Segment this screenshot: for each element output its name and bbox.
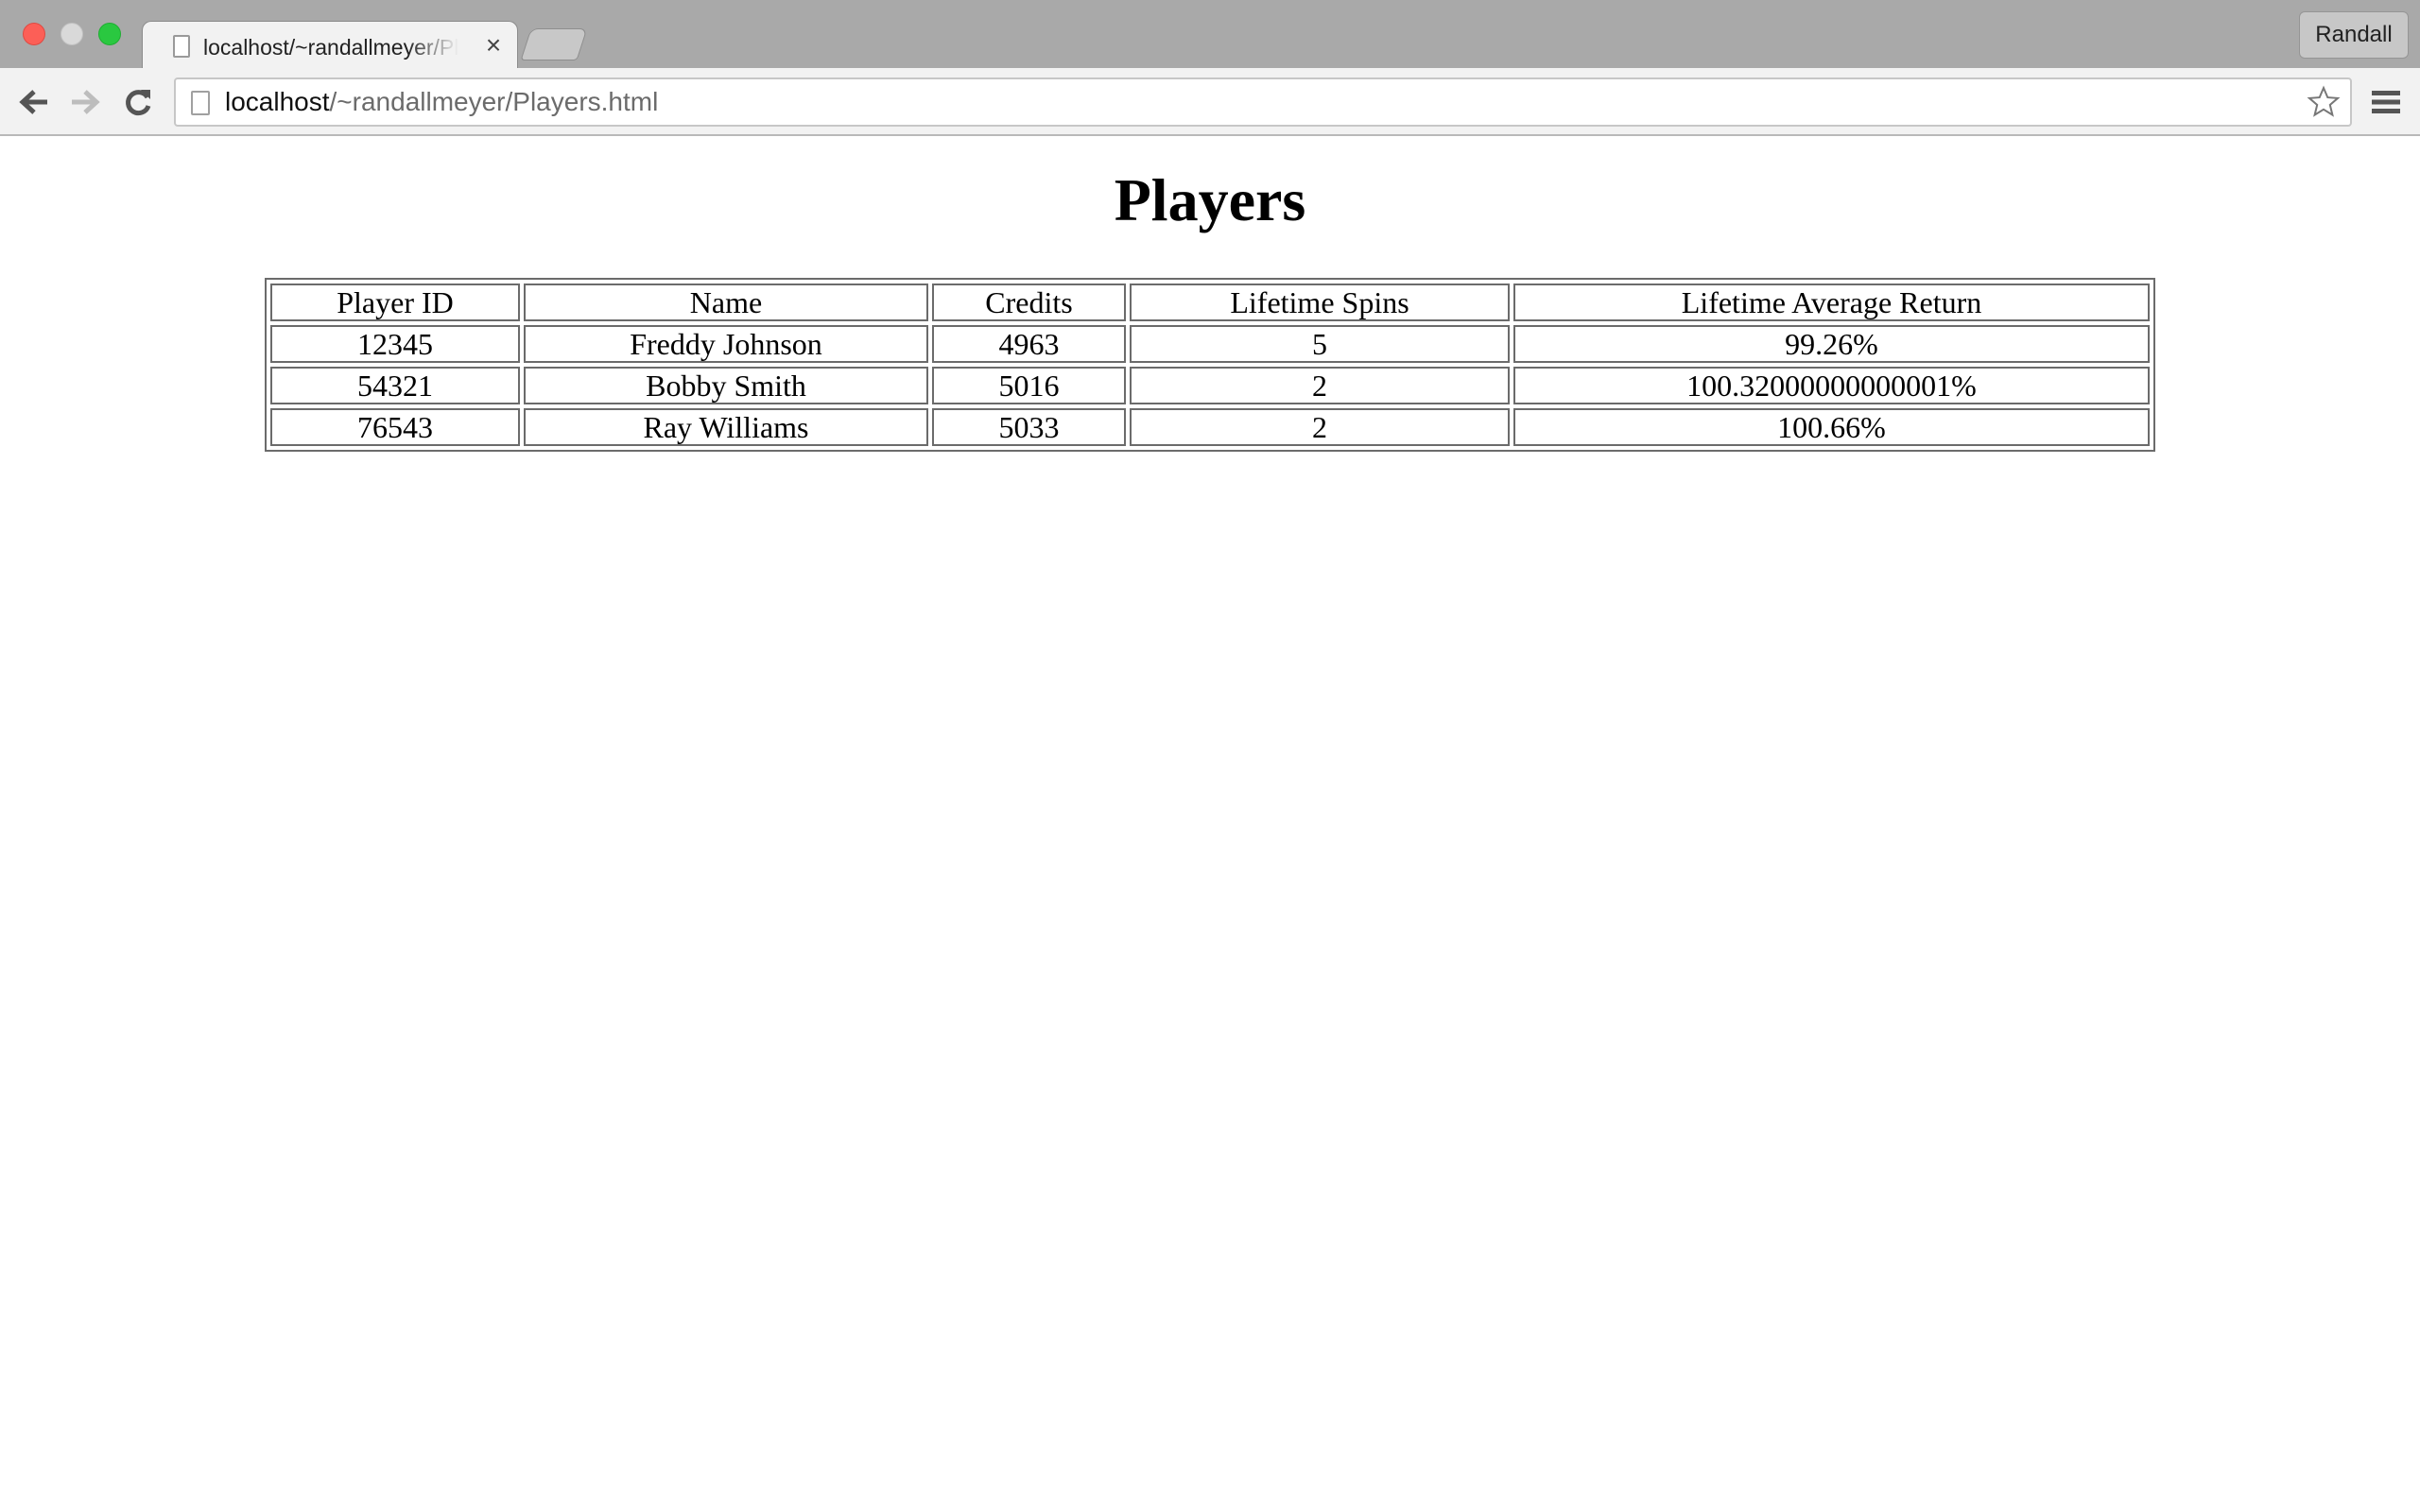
cell-name: Bobby Smith	[524, 367, 928, 404]
column-header-credits: Credits	[932, 284, 1126, 321]
cell-credits: 4963	[932, 325, 1126, 363]
cell-lifetime-spins: 2	[1130, 408, 1510, 446]
forward-button[interactable]	[64, 81, 106, 123]
window-maximize-button[interactable]	[98, 23, 121, 45]
browser-tab-active[interactable]: localhost/~randallmeyer/Players.html ×	[142, 21, 518, 70]
forward-arrow-icon	[72, 90, 100, 114]
tab-title: localhost/~randallmeyer/Players.html	[203, 35, 458, 60]
address-host: localhost	[225, 87, 330, 116]
cell-name: Ray Williams	[524, 408, 928, 446]
star-icon[interactable]	[2307, 85, 2341, 119]
window-minimize-button[interactable]	[60, 23, 83, 45]
table-row: 54321 Bobby Smith 5016 2 100.32000000000…	[270, 367, 2150, 404]
page-icon	[173, 35, 190, 58]
back-arrow-icon	[19, 90, 47, 114]
back-button[interactable]	[13, 81, 55, 123]
column-header-lifetime-average-return: Lifetime Average Return	[1513, 284, 2150, 321]
cell-lifetime-average-return: 100.32000000000001%	[1513, 367, 2150, 404]
cell-lifetime-spins: 2	[1130, 367, 1510, 404]
window-close-button[interactable]	[23, 23, 45, 45]
address-path: /~randallmeyer/Players.html	[329, 87, 659, 116]
column-header-lifetime-spins: Lifetime Spins	[1130, 284, 1510, 321]
cell-player-id: 54321	[270, 367, 520, 404]
cell-player-id: 76543	[270, 408, 520, 446]
cell-credits: 5016	[932, 367, 1126, 404]
table-row: 12345 Freddy Johnson 4963 5 99.26%	[270, 325, 2150, 363]
cell-lifetime-average-return: 100.66%	[1513, 408, 2150, 446]
new-tab-button[interactable]	[520, 28, 588, 60]
column-header-name: Name	[524, 284, 928, 321]
cell-player-id: 12345	[270, 325, 520, 363]
column-header-player-id: Player ID	[270, 284, 520, 321]
browser-titlebar: localhost/~randallmeyer/Players.html × R…	[0, 0, 2420, 70]
tab-close-icon[interactable]: ×	[479, 30, 508, 60]
address-url[interactable]: localhost/~randallmeyer/Players.html	[225, 79, 658, 125]
table-row: 76543 Ray Williams 5033 2 100.66%	[270, 408, 2150, 446]
page-icon	[191, 91, 210, 115]
hamburger-menu-icon[interactable]	[2369, 85, 2403, 119]
cell-name: Freddy Johnson	[524, 325, 928, 363]
cell-lifetime-spins: 5	[1130, 325, 1510, 363]
address-bar[interactable]: localhost/~randallmeyer/Players.html	[174, 77, 2352, 127]
cell-credits: 5033	[932, 408, 1126, 446]
reload-button[interactable]	[117, 81, 159, 123]
page-content: Players Player ID Name Credits Lifetime …	[0, 136, 2420, 1512]
page-title: Players	[1114, 166, 1306, 233]
players-table: Player ID Name Credits Lifetime Spins Li…	[265, 278, 2155, 452]
profile-button[interactable]: Randall	[2299, 11, 2409, 59]
table-header-row: Player ID Name Credits Lifetime Spins Li…	[270, 284, 2150, 321]
reload-icon	[126, 90, 151, 116]
browser-toolbar: localhost/~randallmeyer/Players.html	[0, 68, 2420, 136]
cell-lifetime-average-return: 99.26%	[1513, 325, 2150, 363]
